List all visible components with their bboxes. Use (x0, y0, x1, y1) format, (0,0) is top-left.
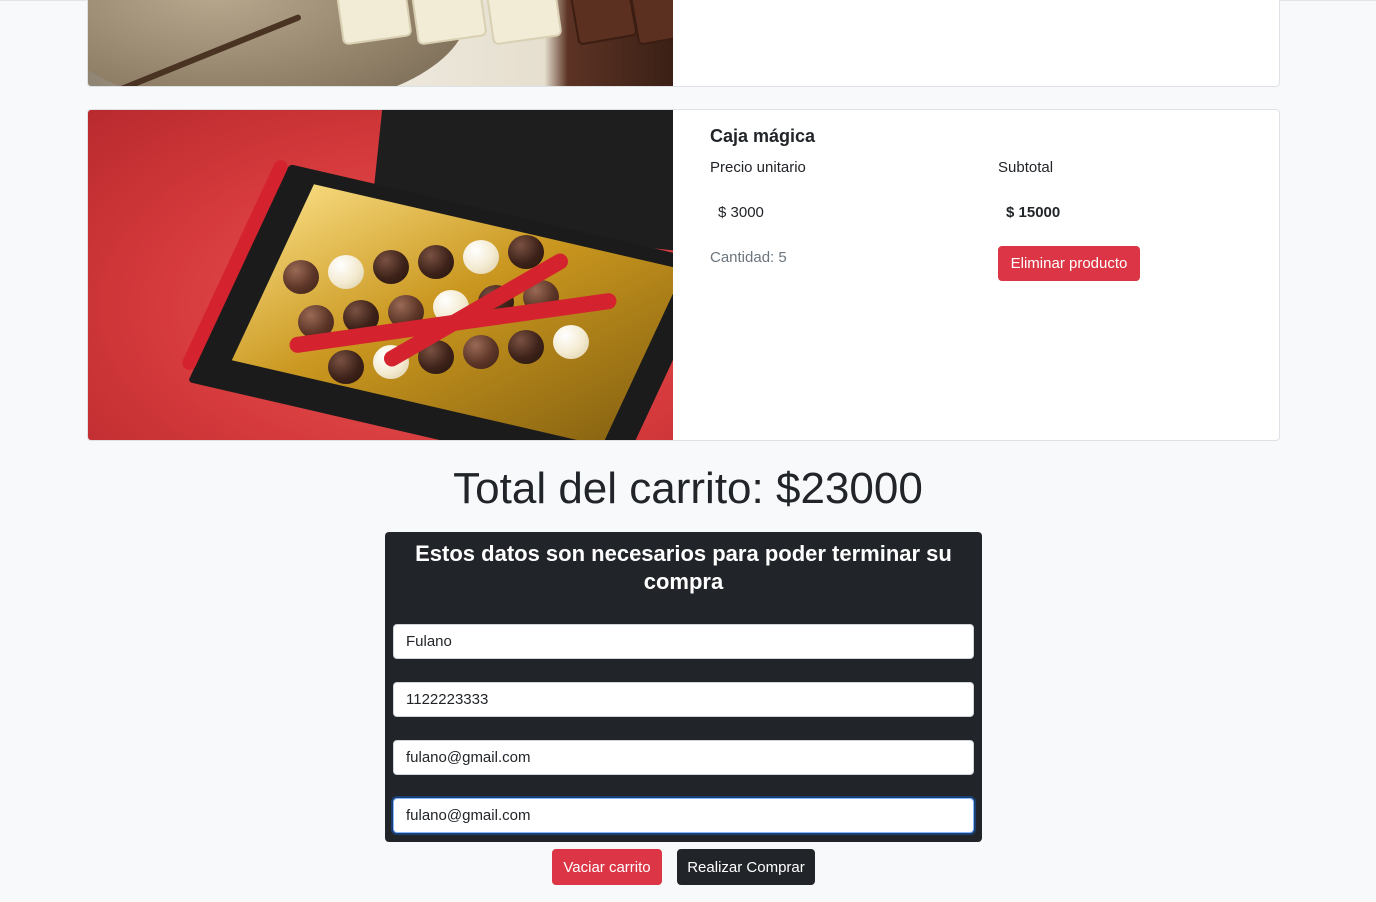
subtotal-label: Subtotal (998, 159, 1054, 176)
product-image-white-chocolate (88, 0, 673, 86)
email-input[interactable] (393, 740, 974, 775)
form-title: Estos datos son necesarios para poder te… (415, 541, 952, 594)
clear-cart-button[interactable]: Vaciar carrito (552, 849, 662, 885)
phone-input[interactable] (393, 682, 974, 717)
product-name: Caja mágica (710, 126, 816, 146)
quantity-text: Cantidad: 5 (710, 249, 787, 266)
checkout-form: Estos datos son necesarios para poder te… (385, 532, 982, 842)
name-input[interactable] (393, 624, 974, 659)
email-confirm-input[interactable] (393, 798, 974, 833)
price-value: $ 3000 (718, 204, 764, 221)
subtotal-value: $ 15000 (1006, 204, 1061, 221)
product-image-chocolate-box (88, 110, 673, 440)
checkout-button[interactable]: Realizar Comprar (677, 849, 815, 885)
remove-product-button[interactable]: Eliminar producto (998, 246, 1140, 281)
product-card-white-chocolate (87, 0, 1280, 87)
product-card-caja-magica: Caja mágica Precio unitario Subtotal $ 3… (87, 109, 1280, 441)
price-label: Precio unitario (710, 159, 806, 176)
cart-total: Total del carrito: $23000 (453, 464, 923, 513)
